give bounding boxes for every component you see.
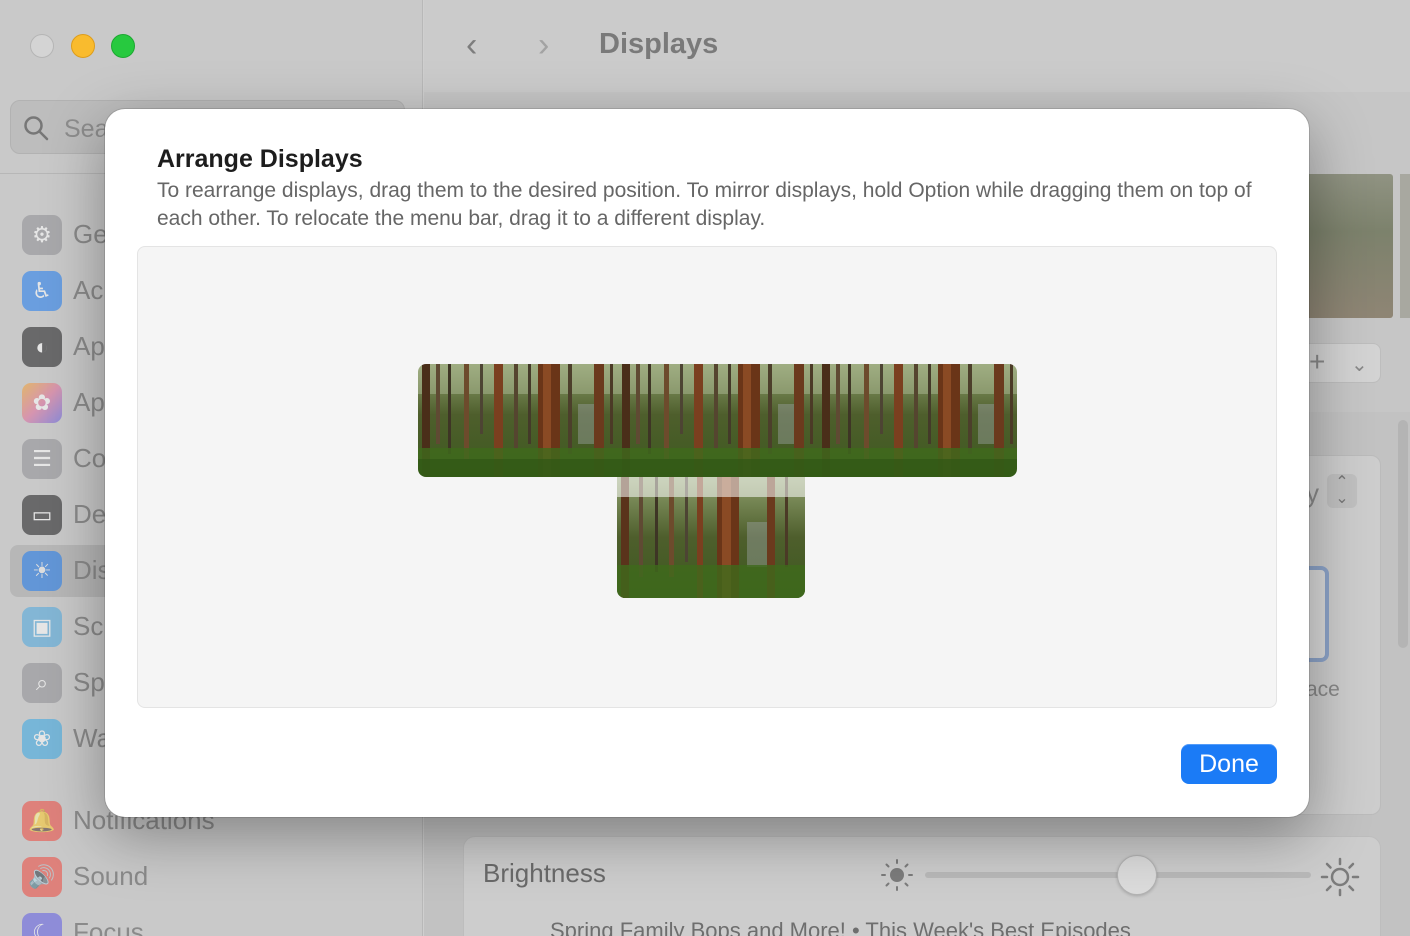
- window-title: Displays: [599, 28, 719, 60]
- display-thumbnail-edge: [1400, 174, 1410, 318]
- done-button[interactable]: Done: [1181, 744, 1277, 784]
- displays-icon: ☀: [22, 551, 62, 591]
- bottom-ghost-text: Spring Family Bops and More! • This Week…: [550, 918, 1131, 936]
- focus-icon: ☾: [22, 913, 62, 936]
- search-placeholder: Sea: [64, 115, 109, 143]
- wallpaper-icon: ❀: [22, 719, 62, 759]
- sidebar-item-label: Focus: [73, 917, 144, 936]
- screen-saver-icon: ▣: [22, 607, 62, 647]
- maximize-window-button[interactable]: [111, 34, 135, 58]
- sidebar-item-label: Ap: [73, 387, 105, 417]
- sun-small-icon: [881, 859, 913, 891]
- search-icon: [24, 116, 49, 141]
- up-down-stepper-icon[interactable]: ⌃ ⌄: [1327, 474, 1357, 508]
- secondary-display[interactable]: [617, 477, 805, 598]
- back-chevron-icon[interactable]: ‹: [466, 28, 477, 62]
- window-toolbar: [424, 0, 1410, 92]
- menu-bar-indicator[interactable]: [617, 477, 805, 497]
- accessibility-icon: ♿: [22, 271, 62, 311]
- gear-icon: ⚙: [22, 215, 62, 255]
- sidebar-item-label: Sc: [73, 611, 104, 641]
- minimize-window-button[interactable]: [71, 34, 95, 58]
- sidebar-item-focus[interactable]: ☾ Focus: [10, 907, 412, 936]
- close-window-button[interactable]: [30, 34, 54, 58]
- chevron-down-icon: ⌄: [1351, 354, 1368, 376]
- sidebar-item-sound[interactable]: 🔊 Sound: [10, 851, 412, 903]
- sound-icon: 🔊: [22, 857, 62, 897]
- desktop-dock-icon: ▭: [22, 495, 62, 535]
- vertical-scrollbar[interactable]: [1398, 420, 1408, 648]
- sidebar-item-label: De: [73, 499, 107, 529]
- sidebar-item-label: Ac: [73, 275, 104, 305]
- sidebar-item-label: Sp: [73, 667, 105, 697]
- display-thumbnail[interactable]: [1300, 174, 1393, 318]
- arrange-displays-sheet: Arrange Displays To rearrange displays, …: [105, 109, 1309, 817]
- sidebar-item-label: Co: [73, 443, 107, 473]
- notifications-icon: 🔔: [22, 801, 62, 841]
- apple-intelligence-icon: ✿: [22, 383, 62, 423]
- control-center-icon: ☰: [22, 439, 62, 479]
- main-display[interactable]: [418, 364, 1017, 477]
- plus-icon: +: [1309, 346, 1326, 377]
- sheet-description: To rearrange displays, drag them to the …: [157, 179, 1252, 230]
- forward-chevron-icon[interactable]: ›: [538, 28, 549, 62]
- sidebar-item-label: Sound: [73, 861, 149, 891]
- sidebar-item-label: Ap: [73, 331, 105, 361]
- partial-mode-label: ace: [1306, 678, 1340, 701]
- sheet-title: Arrange Displays: [157, 145, 363, 173]
- appearance-icon: ◐: [22, 327, 62, 367]
- forest-wallpaper-image: [418, 364, 1017, 477]
- spotlight-icon: ⌕: [22, 663, 62, 703]
- display-arrangement-area: [137, 246, 1277, 708]
- sidebar-item-label: Ge: [73, 219, 108, 249]
- sun-large-icon: [1320, 857, 1360, 897]
- brightness-label: Brightness: [483, 858, 606, 888]
